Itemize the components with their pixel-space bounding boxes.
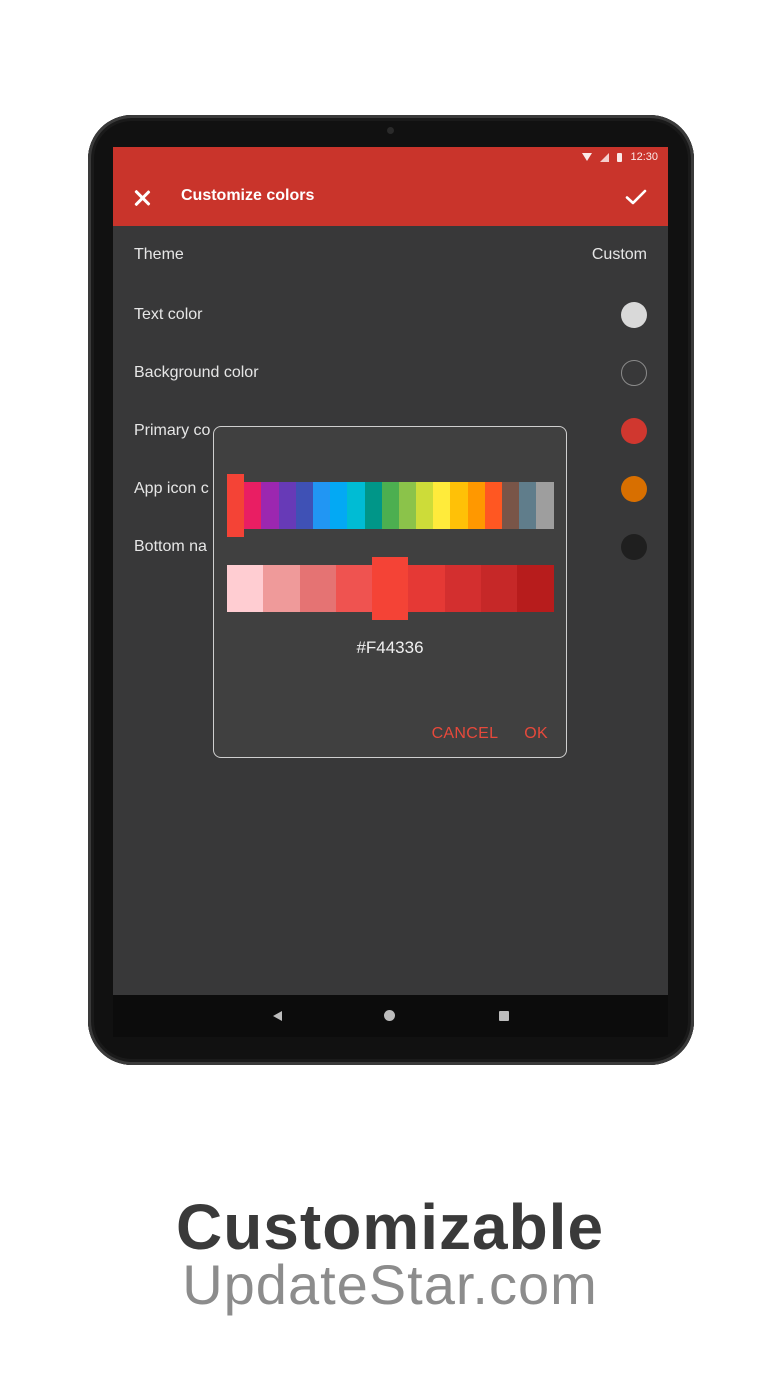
tablet-frame: 12:30 Customize colors Theme Custom Text… bbox=[88, 115, 694, 1065]
color-swatch[interactable] bbox=[621, 302, 647, 328]
palette-chip[interactable] bbox=[227, 474, 245, 537]
cancel-button[interactable]: CANCEL bbox=[432, 725, 499, 743]
close-icon[interactable] bbox=[131, 187, 153, 209]
shade-chip[interactable] bbox=[408, 565, 445, 612]
palette-chip[interactable] bbox=[536, 482, 554, 529]
palette-chip[interactable] bbox=[295, 482, 313, 529]
shade-chip[interactable] bbox=[444, 565, 482, 612]
shade-palette bbox=[227, 557, 554, 620]
palette-chip[interactable] bbox=[347, 482, 365, 529]
page-title: Customize colors bbox=[181, 187, 315, 204]
palette-chip[interactable] bbox=[312, 482, 331, 529]
palette-chip[interactable] bbox=[433, 482, 451, 529]
palette-chip[interactable] bbox=[381, 482, 399, 529]
color-picker-dialog: #F44336 CANCEL OK bbox=[213, 426, 567, 758]
palette-chip[interactable] bbox=[467, 482, 485, 529]
shade-chip[interactable] bbox=[372, 557, 409, 620]
status-bar: 12:30 bbox=[113, 147, 668, 169]
setting-row-text-color[interactable]: Text color bbox=[113, 286, 668, 344]
setting-label: Theme bbox=[134, 246, 184, 263]
shade-chip[interactable] bbox=[263, 565, 300, 612]
setting-label: Bottom na bbox=[134, 538, 207, 555]
front-camera bbox=[387, 127, 394, 134]
shade-chip[interactable] bbox=[517, 565, 554, 612]
setting-label: Background color bbox=[134, 364, 259, 381]
ok-button[interactable]: OK bbox=[524, 725, 548, 743]
palette-chip[interactable] bbox=[244, 482, 262, 529]
color-swatch[interactable] bbox=[621, 418, 647, 444]
shade-chip[interactable] bbox=[299, 565, 336, 612]
palette-chip[interactable] bbox=[364, 482, 382, 529]
home-circle-icon[interactable] bbox=[384, 1010, 395, 1021]
check-icon[interactable] bbox=[624, 185, 648, 209]
primary-palette bbox=[227, 474, 554, 537]
signal-icon bbox=[600, 152, 610, 162]
shade-chip[interactable] bbox=[335, 565, 373, 612]
palette-chip[interactable] bbox=[330, 482, 348, 529]
device-screen: 12:30 Customize colors Theme Custom Text… bbox=[113, 147, 668, 1037]
palette-chip[interactable] bbox=[450, 482, 468, 529]
app-bar: Customize colors bbox=[113, 169, 668, 226]
recents-square-icon[interactable] bbox=[499, 1011, 509, 1021]
back-triangle-icon[interactable] bbox=[273, 1011, 282, 1021]
shade-chip[interactable] bbox=[481, 565, 518, 612]
setting-row-background-color[interactable]: Background color bbox=[113, 344, 668, 402]
wifi-icon bbox=[582, 153, 593, 161]
setting-label: Primary co bbox=[134, 422, 211, 439]
hex-value: #F44336 bbox=[356, 638, 424, 657]
color-swatch[interactable] bbox=[621, 534, 647, 560]
palette-chip[interactable] bbox=[484, 482, 502, 529]
palette-chip[interactable] bbox=[261, 482, 279, 529]
setting-value: Custom bbox=[591, 246, 647, 263]
navigation-bar bbox=[113, 995, 668, 1037]
shade-chip[interactable] bbox=[227, 565, 264, 612]
setting-label: App icon c bbox=[134, 480, 209, 497]
color-swatch[interactable] bbox=[621, 476, 647, 502]
color-swatch[interactable] bbox=[621, 360, 647, 386]
setting-row-theme[interactable]: Theme Custom bbox=[113, 226, 668, 284]
palette-chip[interactable] bbox=[416, 482, 434, 529]
watermark-text: UpdateStar.com bbox=[182, 1253, 598, 1316]
battery-icon bbox=[617, 152, 623, 162]
palette-chip[interactable] bbox=[398, 482, 417, 529]
palette-chip[interactable] bbox=[278, 482, 296, 529]
setting-label: Text color bbox=[134, 306, 203, 323]
palette-chip[interactable] bbox=[502, 482, 520, 529]
status-time: 12:30 bbox=[630, 151, 658, 163]
palette-chip[interactable] bbox=[519, 482, 537, 529]
